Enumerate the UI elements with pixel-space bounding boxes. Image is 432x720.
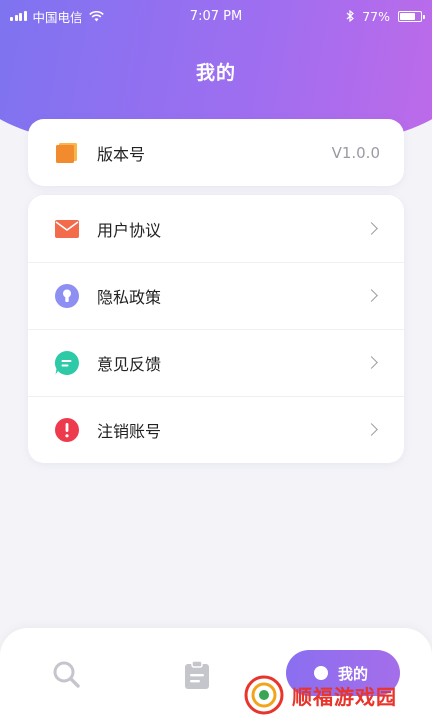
- version-value: V1.0.0: [331, 143, 380, 162]
- page-title: 我的: [195, 62, 236, 84]
- search-icon: [53, 661, 80, 688]
- lock-icon: [53, 282, 81, 310]
- nav-clipboard-tab[interactable]: [184, 660, 210, 694]
- menu-item-feedback[interactable]: 意见反馈: [28, 329, 404, 396]
- chat-icon: [53, 349, 81, 377]
- watermark-text: 顺福游戏园: [292, 684, 397, 709]
- watermark: 顺福游戏园: [244, 670, 432, 720]
- nav-search-tab[interactable]: [52, 660, 80, 692]
- menu-item-delete-account[interactable]: 注销账号: [28, 396, 404, 463]
- bluetooth-icon: [346, 10, 355, 22]
- version-card: 版本号 V1.0.0: [28, 119, 404, 186]
- chevron-right-icon: [365, 423, 378, 436]
- signal-icon: [10, 11, 27, 21]
- chevron-right-icon: [365, 222, 378, 235]
- chevron-right-icon: [365, 289, 378, 302]
- menu-item-label: 隐私政策: [97, 287, 162, 307]
- menu-item-label: 用户协议: [97, 220, 162, 240]
- menu-card: 用户协议 隐私政策 意见反馈 注销账号: [28, 195, 404, 463]
- alert-icon: [53, 416, 81, 444]
- mail-icon: [53, 215, 81, 243]
- menu-item-label: 注销账号: [97, 421, 162, 441]
- watermark-logo-icon: [244, 675, 284, 715]
- wifi-icon: [88, 10, 104, 21]
- version-row: 版本号 V1.0.0: [28, 119, 404, 186]
- menu-item-label: 意见反馈: [97, 354, 162, 374]
- clipboard-icon: [185, 660, 209, 689]
- carrier-label: 中国电信: [32, 9, 83, 25]
- status-time: 7:07 PM: [189, 8, 243, 24]
- status-bar: 中国电信 7:07 PM 77%: [0, 0, 432, 32]
- menu-item-user-agreement[interactable]: 用户协议: [28, 195, 404, 262]
- menu-item-privacy-policy[interactable]: 隐私政策: [28, 262, 404, 329]
- battery-icon: [398, 10, 425, 22]
- battery-percent: 77%: [362, 8, 390, 24]
- chevron-right-icon: [365, 356, 378, 369]
- book-icon: [53, 139, 81, 167]
- version-label: 版本号: [97, 144, 146, 164]
